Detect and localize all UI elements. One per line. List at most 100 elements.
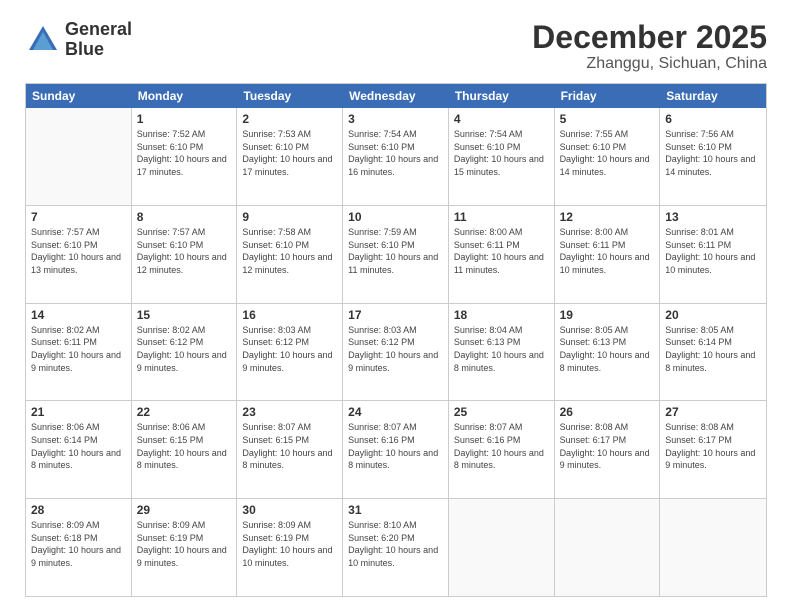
calendar-row: 28 Sunrise: 8:09 AM Sunset: 6:18 PM Dayli… xyxy=(26,499,766,596)
calendar-cell: 29Sunrise: 8:09 AM Sunset: 6:19 PM Dayli… xyxy=(132,499,238,596)
cell-info: Sunrise: 8:00 AM Sunset: 6:11 PM Dayligh… xyxy=(560,226,655,276)
cell-day-number: 27 xyxy=(665,405,761,419)
cell-info: Sunrise: 8:08 AM Sunset: 6:17 PM Dayligh… xyxy=(560,421,655,471)
calendar-cell: 16 Sunrise: 8:03 AM Sunset: 6:12 PM Dayli… xyxy=(237,304,343,401)
cell-day-number: 14 xyxy=(31,308,126,322)
calendar-cell: 11Sunrise: 8:00 AM Sunset: 6:11 PM Dayli… xyxy=(449,206,555,303)
cell-day-number: 2 xyxy=(242,112,337,126)
cell-day-number: 19 xyxy=(560,308,655,322)
cell-day-number: 20 xyxy=(665,308,761,322)
calendar-cell: 1Sunrise: 7:52 AM Sunset: 6:10 PM Daylig… xyxy=(132,108,238,205)
calendar-cell: 12Sunrise: 8:00 AM Sunset: 6:11 PM Dayli… xyxy=(555,206,661,303)
calendar-row: 1Sunrise: 7:52 AM Sunset: 6:10 PM Daylig… xyxy=(26,108,766,206)
cell-day-number: 16 xyxy=(242,308,337,322)
calendar-cell xyxy=(555,499,661,596)
cell-info: Sunrise: 8:08 AM Sunset: 6:17 PM Dayligh… xyxy=(665,421,761,471)
calendar-cell: 2 Sunrise: 7:53 AM Sunset: 6:10 PM Daylig… xyxy=(237,108,343,205)
cell-info: Sunrise: 7:54 AM Sunset: 6:10 PM Dayligh… xyxy=(348,128,443,178)
calendar-cell: 28 Sunrise: 8:09 AM Sunset: 6:18 PM Dayli… xyxy=(26,499,132,596)
calendar-cell: 18 Sunrise: 8:04 AM Sunset: 6:13 PM Dayli… xyxy=(449,304,555,401)
calendar-cell: 7Sunrise: 7:57 AM Sunset: 6:10 PM Daylig… xyxy=(26,206,132,303)
calendar-cell: 23 Sunrise: 8:07 AM Sunset: 6:15 PM Dayli… xyxy=(237,401,343,498)
cell-day-number: 4 xyxy=(454,112,549,126)
calendar-subtitle: Zhanggu, Sichuan, China xyxy=(532,55,767,73)
cell-day-number: 26 xyxy=(560,405,655,419)
cell-info: Sunrise: 8:07 AM Sunset: 6:16 PM Dayligh… xyxy=(348,421,443,471)
header-day: Wednesday xyxy=(343,84,449,108)
header-day: Friday xyxy=(555,84,661,108)
cell-info: Sunrise: 8:06 AM Sunset: 6:15 PM Dayligh… xyxy=(137,421,232,471)
calendar-cell: 20 Sunrise: 8:05 AM Sunset: 6:14 PM Dayli… xyxy=(660,304,766,401)
logo-line1: General xyxy=(65,20,132,40)
calendar-cell: 6 Sunrise: 7:56 AM Sunset: 6:10 PM Daylig… xyxy=(660,108,766,205)
cell-info: Sunrise: 8:05 AM Sunset: 6:14 PM Dayligh… xyxy=(665,324,761,374)
calendar-cell xyxy=(26,108,132,205)
cell-info: Sunrise: 8:04 AM Sunset: 6:13 PM Dayligh… xyxy=(454,324,549,374)
calendar-cell xyxy=(660,499,766,596)
cell-info: Sunrise: 7:56 AM Sunset: 6:10 PM Dayligh… xyxy=(665,128,761,178)
calendar-cell: 22Sunrise: 8:06 AM Sunset: 6:15 PM Dayli… xyxy=(132,401,238,498)
cell-info: Sunrise: 7:58 AM Sunset: 6:10 PM Dayligh… xyxy=(242,226,337,276)
cell-info: Sunrise: 7:57 AM Sunset: 6:10 PM Dayligh… xyxy=(31,226,126,276)
logo-line2: Blue xyxy=(65,40,132,60)
page: General Blue December 2025 Zhanggu, Sich… xyxy=(0,0,792,612)
cell-day-number: 31 xyxy=(348,503,443,517)
cell-day-number: 1 xyxy=(137,112,232,126)
cell-info: Sunrise: 8:02 AM Sunset: 6:12 PM Dayligh… xyxy=(137,324,232,374)
calendar-cell: 14Sunrise: 8:02 AM Sunset: 6:11 PM Dayli… xyxy=(26,304,132,401)
cell-info: Sunrise: 8:09 AM Sunset: 6:19 PM Dayligh… xyxy=(242,519,337,569)
calendar-cell: 4 Sunrise: 7:54 AM Sunset: 6:10 PM Daylig… xyxy=(449,108,555,205)
cell-info: Sunrise: 8:00 AM Sunset: 6:11 PM Dayligh… xyxy=(454,226,549,276)
cell-day-number: 23 xyxy=(242,405,337,419)
calendar-cell: 15Sunrise: 8:02 AM Sunset: 6:12 PM Dayli… xyxy=(132,304,238,401)
cell-info: Sunrise: 8:07 AM Sunset: 6:16 PM Dayligh… xyxy=(454,421,549,471)
calendar-cell: 13 Sunrise: 8:01 AM Sunset: 6:11 PM Dayli… xyxy=(660,206,766,303)
logo: General Blue xyxy=(25,20,132,60)
calendar-cell: 25Sunrise: 8:07 AM Sunset: 6:16 PM Dayli… xyxy=(449,401,555,498)
calendar-cell: 27 Sunrise: 8:08 AM Sunset: 6:17 PM Dayli… xyxy=(660,401,766,498)
calendar-cell: 24 Sunrise: 8:07 AM Sunset: 6:16 PM Dayli… xyxy=(343,401,449,498)
cell-day-number: 17 xyxy=(348,308,443,322)
calendar-cell: 19 Sunrise: 8:05 AM Sunset: 6:13 PM Dayli… xyxy=(555,304,661,401)
cell-day-number: 24 xyxy=(348,405,443,419)
cell-info: Sunrise: 8:03 AM Sunset: 6:12 PM Dayligh… xyxy=(242,324,337,374)
calendar-row: 21 Sunrise: 8:06 AM Sunset: 6:14 PM Dayli… xyxy=(26,401,766,499)
header-day: Saturday xyxy=(660,84,766,108)
calendar-row: 14Sunrise: 8:02 AM Sunset: 6:11 PM Dayli… xyxy=(26,304,766,402)
cell-day-number: 13 xyxy=(665,210,761,224)
calendar-cell: 5 Sunrise: 7:55 AM Sunset: 6:10 PM Daylig… xyxy=(555,108,661,205)
cell-day-number: 21 xyxy=(31,405,126,419)
calendar-cell: 30Sunrise: 8:09 AM Sunset: 6:19 PM Dayli… xyxy=(237,499,343,596)
calendar-cell: 8Sunrise: 7:57 AM Sunset: 6:10 PM Daylig… xyxy=(132,206,238,303)
calendar-cell xyxy=(449,499,555,596)
cell-day-number: 29 xyxy=(137,503,232,517)
cell-day-number: 9 xyxy=(242,210,337,224)
cell-info: Sunrise: 7:54 AM Sunset: 6:10 PM Dayligh… xyxy=(454,128,549,178)
cell-day-number: 18 xyxy=(454,308,549,322)
header-day: Thursday xyxy=(449,84,555,108)
cell-day-number: 28 xyxy=(31,503,126,517)
cell-info: Sunrise: 7:53 AM Sunset: 6:10 PM Dayligh… xyxy=(242,128,337,178)
cell-day-number: 10 xyxy=(348,210,443,224)
cell-info: Sunrise: 8:06 AM Sunset: 6:14 PM Dayligh… xyxy=(31,421,126,471)
calendar-cell: 3Sunrise: 7:54 AM Sunset: 6:10 PM Daylig… xyxy=(343,108,449,205)
header: General Blue December 2025 Zhanggu, Sich… xyxy=(25,20,767,73)
cell-day-number: 6 xyxy=(665,112,761,126)
calendar-cell: 9 Sunrise: 7:58 AM Sunset: 6:10 PM Daylig… xyxy=(237,206,343,303)
cell-day-number: 8 xyxy=(137,210,232,224)
header-day: Monday xyxy=(132,84,238,108)
cell-info: Sunrise: 7:55 AM Sunset: 6:10 PM Dayligh… xyxy=(560,128,655,178)
calendar-cell: 21 Sunrise: 8:06 AM Sunset: 6:14 PM Dayli… xyxy=(26,401,132,498)
calendar-cell: 17 Sunrise: 8:03 AM Sunset: 6:12 PM Dayli… xyxy=(343,304,449,401)
cell-info: Sunrise: 8:07 AM Sunset: 6:15 PM Dayligh… xyxy=(242,421,337,471)
cell-info: Sunrise: 8:01 AM Sunset: 6:11 PM Dayligh… xyxy=(665,226,761,276)
cell-info: Sunrise: 8:09 AM Sunset: 6:18 PM Dayligh… xyxy=(31,519,126,569)
cell-info: Sunrise: 8:10 AM Sunset: 6:20 PM Dayligh… xyxy=(348,519,443,569)
cell-day-number: 5 xyxy=(560,112,655,126)
cell-info: Sunrise: 8:05 AM Sunset: 6:13 PM Dayligh… xyxy=(560,324,655,374)
calendar-body: 1Sunrise: 7:52 AM Sunset: 6:10 PM Daylig… xyxy=(26,108,766,596)
cell-info: Sunrise: 8:03 AM Sunset: 6:12 PM Dayligh… xyxy=(348,324,443,374)
calendar: SundayMondayTuesdayWednesdayThursdayFrid… xyxy=(25,83,767,597)
title-block: December 2025 Zhanggu, Sichuan, China xyxy=(532,20,767,73)
logo-text: General Blue xyxy=(65,20,132,60)
